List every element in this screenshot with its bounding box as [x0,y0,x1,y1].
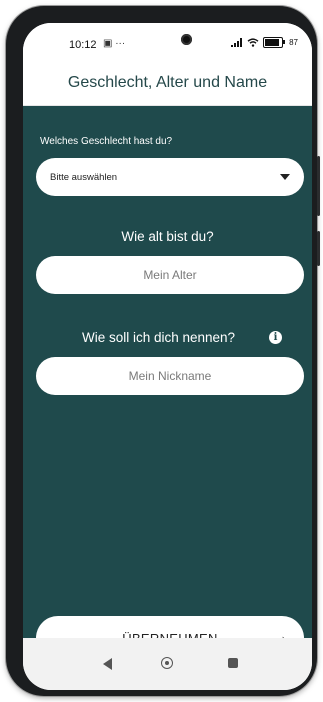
phone-frame: 10:12 ▣ ··· 87 Geschlecht, Alter und Nam… [6,6,320,696]
form-area: Welches Geschlecht hast du? Bitte auswäh… [23,106,312,660]
dropdown-caret-icon [280,174,290,180]
volume-button [317,156,320,216]
gender-label: Welches Geschlecht hast du? [40,136,173,147]
notification-icons: ▣ ··· [103,38,126,49]
age-heading: Wie alt bist du? [121,229,214,244]
battery-icon [263,37,286,48]
system-nav-bar [23,638,312,690]
front-camera [181,34,192,45]
name-heading: Wie soll ich dich nennen? [81,330,236,345]
back-icon[interactable] [103,658,112,670]
screen: 10:12 ▣ ··· 87 Geschlecht, Alter und Nam… [23,23,312,690]
home-icon[interactable] [161,657,173,669]
gender-select[interactable]: Bitte auswählen [36,158,304,196]
signal-icon [231,38,243,47]
power-button [317,231,320,266]
recent-apps-icon[interactable] [228,658,238,668]
app-header: Geschlecht, Alter und Name [23,61,312,106]
nickname-input[interactable] [36,357,304,395]
battery-level [265,39,279,46]
status-bar: 10:12 ▣ ··· 87 [23,23,312,61]
info-icon[interactable]: i [269,331,282,344]
wifi-icon [247,38,259,47]
status-time: 10:12 [69,39,97,51]
gender-select-value: Bitte auswählen [50,171,118,183]
battery-percent: 87 [289,38,298,47]
age-input[interactable] [36,256,304,294]
page-title: Geschlecht, Alter und Name [67,74,268,91]
status-icons: 87 [231,37,298,48]
